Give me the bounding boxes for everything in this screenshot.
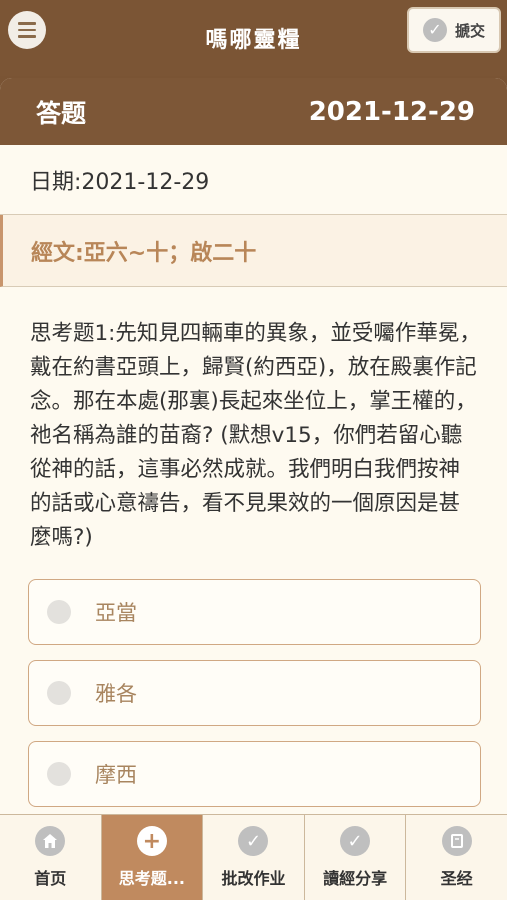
option-3[interactable]: 摩西 (28, 741, 481, 807)
question-text: 思考题1:先知見四輛車的異象，並受囑作華冕，戴在約書亞頭上，歸賢(約西亞)，放在… (30, 321, 481, 550)
check-circle-icon: ✓ (422, 18, 447, 42)
bottom-tab-bar: 首页 + 思考题... ✓ 批改作业 ✓ 讀經分享 圣经 (0, 814, 507, 900)
panel-header: 答题 2021-12-29 (0, 78, 507, 145)
scripture-reference[interactable]: 經文:亞六~十；啟二十 (0, 215, 507, 287)
option-label: 雅各 (95, 682, 137, 706)
home-icon (35, 826, 66, 856)
radio-icon (47, 762, 71, 786)
tab-label: 首页 (34, 869, 67, 888)
check-icon: ✓ (238, 826, 269, 856)
submit-label: 搋交 (454, 21, 485, 40)
answer-panel: 答题 2021-12-29 日期:2021-12-29 經文:亞六~十；啟二十 … (0, 78, 507, 814)
option-label: 亞當 (95, 601, 137, 625)
radio-icon (47, 681, 71, 705)
book-icon (441, 826, 472, 856)
date-line: 日期:2021-12-29 (0, 145, 507, 215)
option-1[interactable]: 亞當 (28, 579, 481, 645)
top-bar: 嗎哪靈糧 ✓ 搋交 (0, 0, 507, 76)
answer-options: 亞當 雅各 摩西 (0, 555, 507, 807)
tab-home[interactable]: 首页 (0, 815, 102, 900)
check-icon: ✓ (340, 826, 371, 856)
option-2[interactable]: 雅各 (28, 660, 481, 726)
tab-label: 圣经 (440, 869, 473, 888)
tab-questions[interactable]: + 思考题... (101, 815, 204, 900)
tab-grading[interactable]: ✓ 批改作业 (203, 815, 305, 900)
submit-button[interactable]: ✓ 搋交 (407, 7, 501, 53)
tab-bible[interactable]: 圣经 (406, 815, 507, 900)
panel-date: 2021-12-29 (308, 96, 475, 127)
radio-icon (47, 600, 71, 624)
option-label: 摩西 (95, 763, 137, 787)
tab-label: 讀經分享 (323, 869, 388, 888)
tab-reading-share[interactable]: ✓ 讀經分享 (305, 815, 407, 900)
plus-icon: + (136, 826, 167, 856)
tab-label: 思考题... (118, 869, 186, 888)
tab-label: 批改作业 (221, 869, 286, 888)
panel-title: 答题 (36, 98, 87, 128)
